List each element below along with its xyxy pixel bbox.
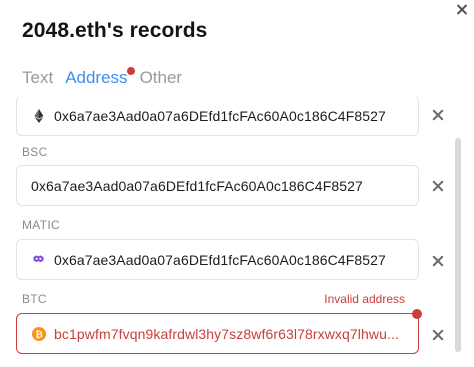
- record-type-tabs: Text Address Other: [22, 67, 183, 88]
- btc-error-dot: [412, 309, 422, 319]
- scrollbar[interactable]: [455, 138, 461, 352]
- records-list: 0x6a7ae3Aad0a07a6DEfd1fcFAc60A0c186C4F85…: [0, 97, 474, 367]
- btc-label: BTC: [22, 292, 47, 306]
- tab-other[interactable]: Other: [140, 68, 183, 88]
- remove-eth-button[interactable]: [431, 108, 445, 122]
- tab-address[interactable]: Address: [65, 67, 135, 88]
- remove-bsc-button[interactable]: [431, 179, 445, 193]
- close-dialog-icon[interactable]: [454, 2, 470, 18]
- tab-text[interactable]: Text: [22, 68, 53, 88]
- matic-address-field[interactable]: 0x6a7ae3Aad0a07a6DEfd1fcFAc60A0c186C4F85…: [16, 239, 419, 280]
- btc-address-value: bc1pwfm7fvqn9kafrdwl3hy7sz8wf6r63l78rxwx…: [54, 325, 399, 342]
- bsc-address-field[interactable]: 0x6a7ae3Aad0a07a6DEfd1fcFAc60A0c186C4F85…: [16, 165, 419, 206]
- dialog-title: 2048.eth's records: [22, 19, 208, 42]
- remove-matic-button[interactable]: [431, 254, 445, 268]
- svg-text:₿: ₿: [35, 329, 43, 340]
- matic-label: MATIC: [22, 218, 60, 232]
- matic-address-value: 0x6a7ae3Aad0a07a6DEfd1fcFAc60A0c186C4F85…: [54, 251, 386, 268]
- btc-address-field[interactable]: ₿ bc1pwfm7fvqn9kafrdwl3hy7sz8wf6r63l78rx…: [16, 313, 419, 354]
- bsc-label: BSC: [22, 145, 48, 159]
- tab-error-dot: [126, 67, 135, 75]
- bsc-address-value: 0x6a7ae3Aad0a07a6DEfd1fcFAc60A0c186C4F85…: [31, 177, 363, 194]
- btc-error-message: Invalid address: [324, 292, 405, 306]
- eth-address-field[interactable]: 0x6a7ae3Aad0a07a6DEfd1fcFAc60A0c186C4F85…: [16, 97, 419, 136]
- eth-address-value: 0x6a7ae3Aad0a07a6DEfd1fcFAc60A0c186C4F85…: [54, 107, 386, 124]
- bitcoin-icon: ₿: [31, 326, 47, 342]
- remove-btc-button[interactable]: [431, 328, 445, 342]
- polygon-icon: [31, 252, 47, 268]
- tab-address-label: Address: [65, 68, 128, 87]
- ethereum-icon: [31, 108, 47, 124]
